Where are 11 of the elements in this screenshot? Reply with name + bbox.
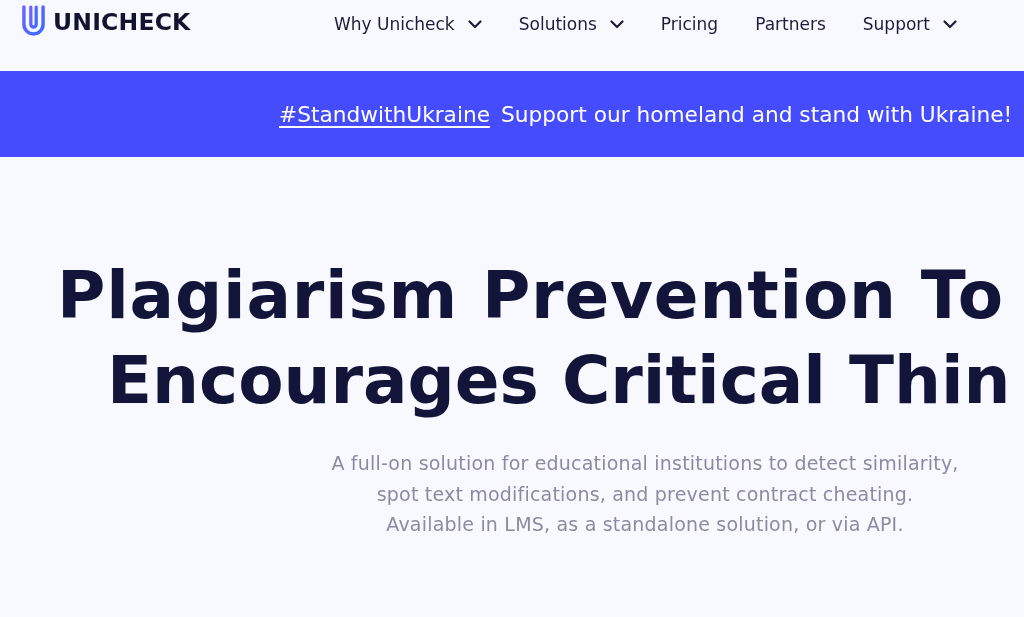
paperclip-logo-icon xyxy=(22,5,45,36)
banner-message: Support our homeland and stand with Ukraine! xyxy=(501,101,1013,127)
nav-link[interactable]: Solutions xyxy=(518,13,624,35)
hero-description: A full-on solution for educational institutions to detect similarity, spot text modifications, and prevent contract cheating. Available in LMS, as a standalone solution, or via API. xyxy=(330,451,960,537)
hashtag-link[interactable]: #StandwithUkraine xyxy=(279,101,490,127)
nav-link[interactable]: Why Unicheck xyxy=(333,13,482,35)
nav-link[interactable]: Support xyxy=(862,13,957,35)
nav-link[interactable]: Pricing xyxy=(660,13,719,35)
hero-headline: Plagiarism Prevention To Encourages Critical Thin xyxy=(57,256,1011,421)
unicheck-logo[interactable]: UNICHECK xyxy=(22,5,191,36)
nav-link[interactable]: Partners xyxy=(755,13,826,35)
